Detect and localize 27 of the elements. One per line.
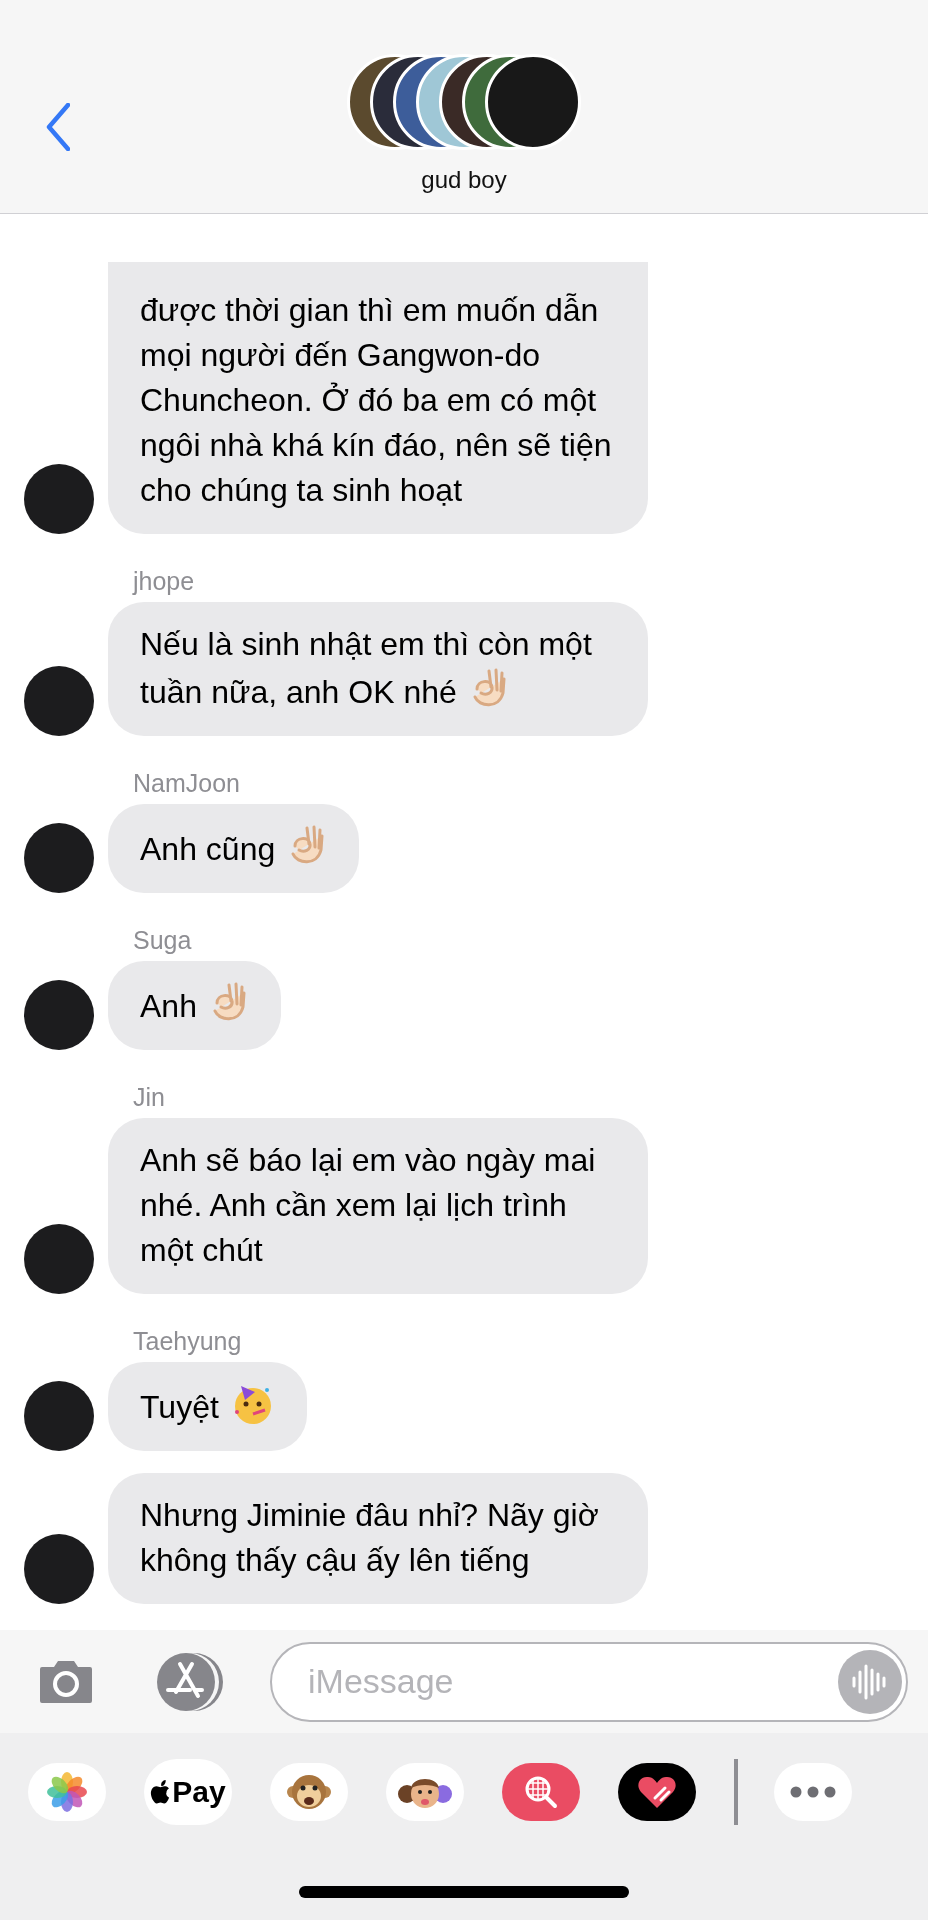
image-search-app-button[interactable] (502, 1763, 580, 1821)
message-bubble: Nếu là sinh nhật em thì còn một tuần nữa, anh OK nhé (108, 602, 648, 736)
group-avatars-drawing[interactable] (347, 54, 581, 150)
camera-icon (38, 1658, 94, 1705)
heart-icon (637, 1774, 677, 1810)
message-bubble: Anh cũng (108, 804, 360, 893)
group-name[interactable]: gud boy (421, 166, 507, 194)
back-chevron-icon (46, 102, 70, 151)
message-bubble: được thời gian thì em muốn dẫn mọi người đến Gangwon-do Chuncheon. Ở đó ba em có một ngôi nhà khá kín đáo, nên sẽ tiện cho chúng ta sinh hoạt (108, 262, 648, 534)
sender-name: Jin (133, 1082, 166, 1112)
apple-logo-icon (150, 1780, 171, 1804)
message-bubble: Anh (108, 961, 281, 1050)
sender-name: jhope (133, 566, 196, 596)
flower-icon (47, 1772, 87, 1812)
camera-button[interactable] (38, 1658, 94, 1705)
message-bubble: Anh sẽ báo lại em vào ngày mai nhé. Anh cần xem lại lịch trình một chút (108, 1118, 648, 1294)
more-icon (790, 1786, 836, 1798)
waveform-icon (838, 1649, 902, 1714)
message-bubble: Tuyệt (108, 1362, 307, 1451)
message-bubble: Nhưng Jiminie đâu nhỉ? Nãy giờ không thấy cậu ấy lên tiếng (108, 1473, 648, 1604)
audio-button[interactable] (838, 1649, 902, 1714)
heart-app-button[interactable] (618, 1763, 696, 1821)
sender-name: NamJoon (133, 768, 241, 798)
sender-name: Suga (133, 925, 193, 955)
pay-app-button[interactable]: Pay (144, 1759, 232, 1825)
message-field[interactable]: iMessage (270, 1641, 908, 1722)
sender-name: Taehyung (133, 1326, 243, 1356)
